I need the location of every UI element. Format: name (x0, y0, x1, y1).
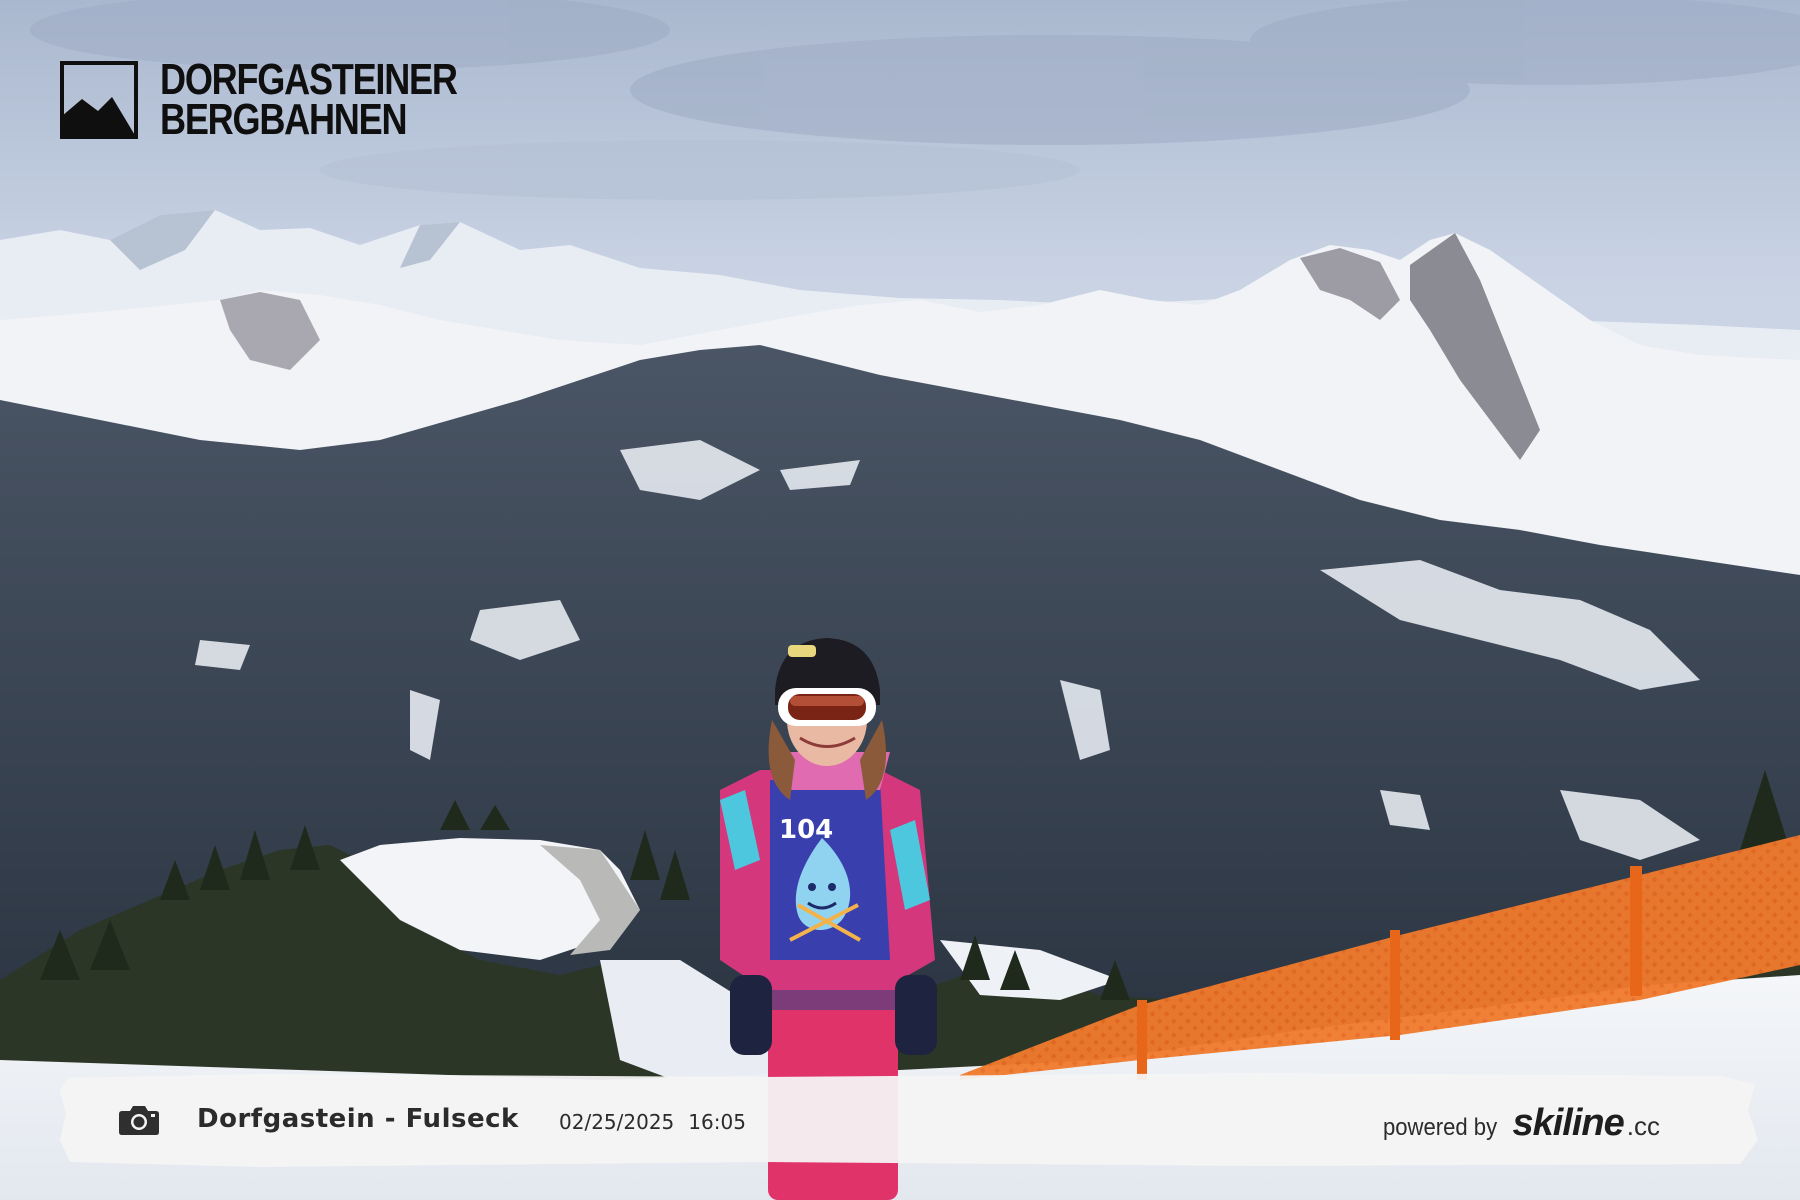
camera-icon (119, 1106, 159, 1135)
logo-line-2: BERGBAHNEN (160, 95, 408, 144)
skiline-brand: skiline (1512, 1102, 1624, 1144)
capture-time: 16:05 (688, 1110, 746, 1134)
powered-by-credit: powered by skiline .cc (1378, 1102, 1660, 1145)
location-label: Dorfgastein - Fulseck (197, 1104, 519, 1134)
skiline-tld: .cc (1626, 1111, 1660, 1141)
capture-date: 02/25/2025 (559, 1110, 675, 1134)
logo-text: DORFGASTEINER BERGBAHNEN (160, 55, 458, 144)
logo-line-1: DORFGASTEINER (160, 55, 458, 104)
photo-caption-bar: Dorfgastein - Fulseck 02/25/2025 16:05 po… (60, 1070, 1760, 1168)
brand-logo: DORFGASTEINER BERGBAHNEN (60, 55, 522, 144)
bib-number: 104 (779, 815, 833, 845)
ski-photo: 104 (0, 0, 1800, 1200)
powered-by-label: powered by (1383, 1114, 1498, 1141)
capture-datetime: 02/25/2025 16:05 (559, 1110, 746, 1134)
mountain-logo-icon (60, 61, 138, 139)
